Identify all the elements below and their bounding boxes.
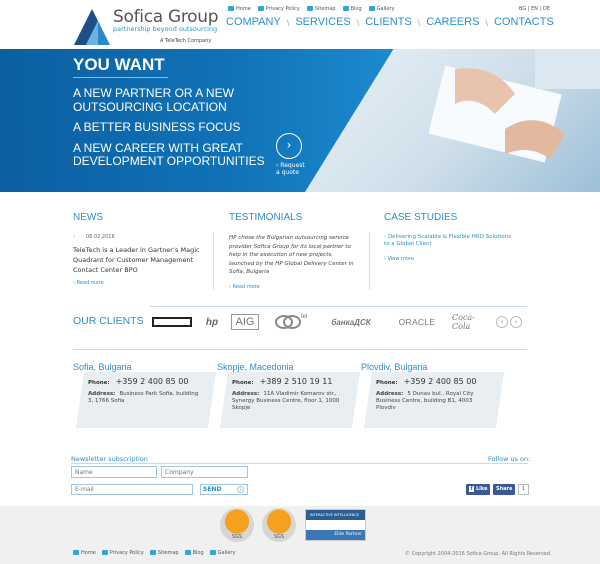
clients-divider xyxy=(150,306,527,307)
newsletter-company-input[interactable] xyxy=(161,466,248,478)
sgs-badge-icon: SGS xyxy=(262,508,296,542)
brand-tagline: partnership beyond outsourcing xyxy=(113,25,218,33)
office-phone: Phone: +359 2 400 85 00 xyxy=(376,377,477,386)
footer-link-sitemap[interactable]: Sitemap xyxy=(149,550,179,556)
share-count: 1 xyxy=(518,484,529,495)
sgs-badge-icon: SGS xyxy=(220,508,254,542)
newsletter-send-button[interactable]: › SEND xyxy=(200,484,248,495)
case-studies-view-more[interactable]: › View more xyxy=(384,256,414,262)
top-link-sitemap[interactable]: Sitemap xyxy=(306,6,336,12)
top-links: Home Privacy Policy Sitemap Blog Gallery xyxy=(228,6,394,12)
blog-icon xyxy=(342,6,349,11)
hero-lines: A NEW PARTNER OR A NEW OUTSOURCING LOCAT… xyxy=(73,86,265,176)
case-studies-title: CASE STUDIES xyxy=(384,212,458,223)
office-city-skopje: Skopje, Macedonia xyxy=(217,362,294,372)
top-link-blog[interactable]: Blog xyxy=(342,6,362,12)
testimonial-body: HP chose the Bulgarian outsourcing servi… xyxy=(229,235,354,275)
nav-contacts[interactable]: CONTACTS xyxy=(494,16,554,28)
clients-next-button[interactable]: › xyxy=(510,316,522,328)
testimonial-read-more[interactable]: › Read more xyxy=(229,284,260,290)
hero-line: A NEW PARTNER OR A NEW xyxy=(73,86,234,100)
interactive-intelligence-badge: INTERACTIVE INTELLIGENCE Elite Partner xyxy=(305,509,366,541)
footer-link-privacy[interactable]: Privacy Policy xyxy=(101,550,144,556)
parent-company: A TeleTech Company xyxy=(160,38,212,44)
column-divider xyxy=(213,232,214,290)
office-address: Address: 11A Vladimir Komarov str., Syner… xyxy=(232,391,340,411)
newsletter-title: Newsletter subscription xyxy=(71,455,148,463)
office-city-plovdiv: Plovdiv, Bulgaria xyxy=(361,362,428,372)
hero-heading: YOU WANT xyxy=(73,55,165,74)
footer-link-blog[interactable]: Blog xyxy=(184,550,204,556)
facebook-icon: f xyxy=(469,486,474,492)
facebook-like-button[interactable]: f Like xyxy=(466,484,491,495)
client-logo-hp[interactable]: hp xyxy=(200,314,224,330)
copyright: © Copyright 2004-2016 Sofica Group. All … xyxy=(405,551,552,557)
news-date-marker: › xyxy=(73,234,75,240)
request-quote-link[interactable]: › Request a quote xyxy=(276,162,305,176)
clients-divider-bottom xyxy=(73,349,527,350)
footer-link-home[interactable]: Home xyxy=(73,550,96,556)
hero-divider xyxy=(73,77,168,78)
hero-line: OUTSOURCING LOCATION xyxy=(73,99,227,114)
nav-separator: \ xyxy=(417,18,421,28)
hero-line: A NEW CAREER WITH GREAT xyxy=(73,140,243,155)
brand-name[interactable]: Sofica Group xyxy=(113,7,219,27)
home-icon xyxy=(228,6,234,11)
news-title: NEWS xyxy=(73,212,103,223)
newsletter-divider xyxy=(71,463,528,464)
client-logo-aig[interactable]: AIG xyxy=(231,314,259,330)
client-logo-coca-cola[interactable]: Coca-Cola xyxy=(452,313,488,331)
top-link-privacy[interactable]: Privacy Policy xyxy=(257,6,300,12)
tel-logo-icon xyxy=(274,315,301,329)
case-study-link[interactable]: › Delivering Scalable & Flexible HRO Sol… xyxy=(384,234,514,248)
hero-line: DEVELOPMENT OPPORTUNITIES xyxy=(73,154,265,168)
nav-services[interactable]: SERVICES xyxy=(295,16,350,28)
sofica-logo-icon[interactable] xyxy=(74,9,110,45)
nav-company[interactable]: COMPANY xyxy=(226,16,281,28)
office-address: Address: 5 Dunav bul., Royal City Busines… xyxy=(376,391,474,411)
facebook-share-button[interactable]: Share xyxy=(493,484,516,495)
document-icon xyxy=(101,550,108,555)
client-logo-1[interactable] xyxy=(151,314,192,330)
send-arrow-icon: › xyxy=(237,486,244,493)
office-phone: Phone: +389 2 510 19 11 xyxy=(232,377,333,386)
office-phone: Phone: +359 2 400 85 00 xyxy=(88,377,189,386)
main-nav: COMPANY \ SERVICES \ CLIENTS \ CAREERS \ CON… xyxy=(226,16,554,28)
testimonials-title: TESTIMONIALS xyxy=(229,212,303,223)
sitemap-icon xyxy=(306,6,313,11)
gallery-icon xyxy=(209,550,216,555)
news-body[interactable]: TeleTech is a Leader in Gartner’s Magic … xyxy=(73,245,203,275)
news-date: 08.02.2016 xyxy=(86,234,115,240)
nav-clients[interactable]: CLIENTS xyxy=(365,16,411,28)
nav-separator: \ xyxy=(356,18,360,28)
newsletter-email-input[interactable] xyxy=(71,484,193,495)
nav-separator: \ xyxy=(485,18,488,28)
blog-icon xyxy=(184,550,191,555)
follow-us-label: Follow us on: xyxy=(488,455,531,463)
clients-title: OUR CLIENTS xyxy=(73,315,144,327)
language-switcher[interactable]: BG | EN | DE xyxy=(519,6,550,12)
top-link-home[interactable]: Home xyxy=(228,6,251,12)
gallery-icon xyxy=(368,6,375,11)
nav-careers[interactable]: CAREERS xyxy=(426,16,479,28)
top-link-gallery[interactable]: Gallery xyxy=(368,6,394,12)
footer-links: Home Privacy Policy Sitemap Blog Gallery xyxy=(73,550,235,556)
sitemap-icon xyxy=(149,550,156,555)
client-logo-tel[interactable]: tel xyxy=(271,314,311,330)
news-read-more[interactable]: › Read more xyxy=(73,280,104,286)
office-address: Address: Business Park Sofia, building 3,… xyxy=(88,391,199,404)
nav-separator: \ xyxy=(286,18,290,28)
client-logo-oracle[interactable]: ORACLE xyxy=(393,314,441,330)
footer-link-gallery[interactable]: Gallery xyxy=(209,550,235,556)
document-icon xyxy=(257,6,264,11)
newsletter-name-input[interactable] xyxy=(71,466,157,478)
client-logo-dsk[interactable]: банкаДСК xyxy=(320,314,382,330)
hero-line: A BETTER BUSINESS FOCUS xyxy=(73,120,241,134)
request-quote-arrow-icon[interactable]: › xyxy=(276,133,302,159)
home-icon xyxy=(73,550,79,555)
column-divider xyxy=(369,232,370,290)
office-city-sofia: Sofia, Bulgaria xyxy=(73,362,132,372)
clients-prev-button[interactable]: ‹ xyxy=(496,316,508,328)
